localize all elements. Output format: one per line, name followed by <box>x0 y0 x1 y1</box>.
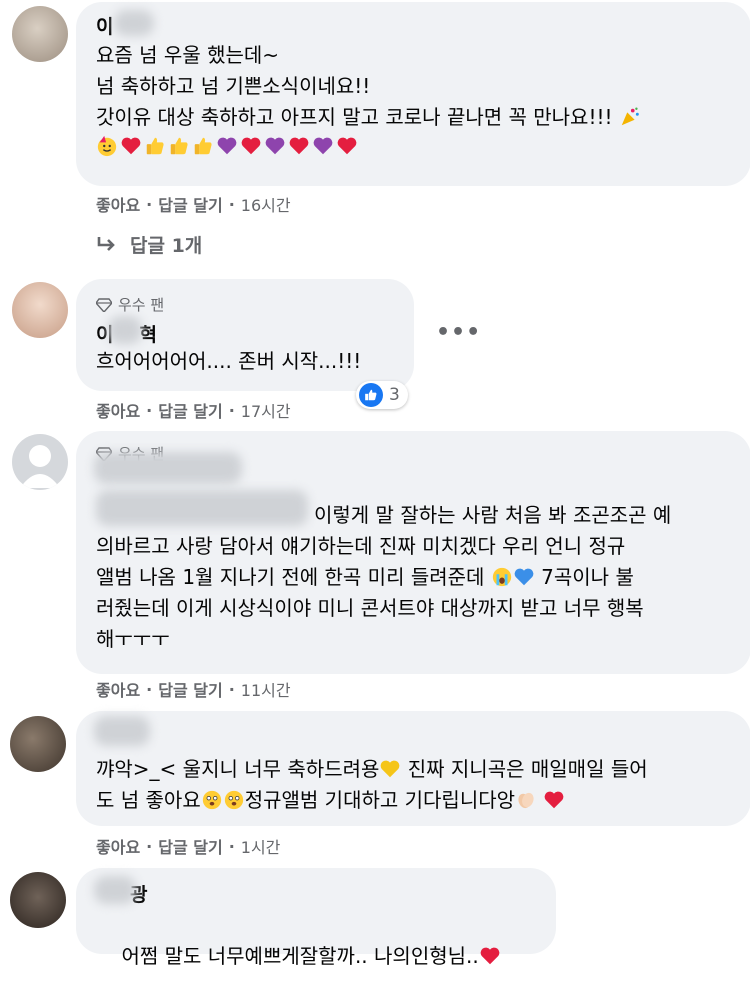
avatar[interactable] <box>10 716 66 772</box>
comment-text: 이렇게 말 잘하는 사람 처음 봐 조곤조곤 예 의바르고 사랑 담아서 얘기하… <box>96 503 672 651</box>
like-reaction-icon <box>359 383 383 407</box>
emoji-row <box>96 135 641 157</box>
red-heart-icon <box>121 137 141 155</box>
thumbs-up-icon <box>146 137 164 155</box>
comment-text: 요즘 넘 우울 했는데~ 넘 축하하고 넘 기쁜소식이네요!! 갓이유 대상 축… <box>96 40 641 157</box>
avatar[interactable] <box>10 872 66 928</box>
like-button[interactable]: 좋아요 <box>96 834 140 858</box>
like-button[interactable]: 좋아요 <box>96 398 140 422</box>
red-heart-icon <box>337 137 357 155</box>
red-heart-icon <box>480 947 500 965</box>
reply-button[interactable]: 답글 달기 <box>158 398 222 422</box>
avatar[interactable] <box>12 434 68 490</box>
reply-button[interactable]: 답글 달기 <box>158 677 222 701</box>
reply-button[interactable]: 답글 달기 <box>158 834 222 858</box>
timestamp[interactable]: 1시간 <box>241 834 281 858</box>
yellow-heart-icon <box>381 760 400 778</box>
like-button[interactable]: 좋아요 <box>96 677 140 701</box>
comment-text: 어쩜 말도 너무예쁘게잘할까.. 나의인형님.. <box>96 910 501 1003</box>
purple-heart-icon <box>265 137 285 155</box>
commenter-name[interactable]: 이 <box>96 12 113 39</box>
comment-text: 꺄악>_< 울지니 너무 축하드려용 진짜 지니곡은 매일매일 들어 도 넘 좋… <box>96 757 648 812</box>
more-options-button[interactable]: ••• <box>436 320 481 345</box>
clapping-hands-icon <box>518 792 534 809</box>
diamond-icon <box>96 297 112 312</box>
default-avatar-icon <box>20 445 60 488</box>
avatar[interactable] <box>12 282 68 338</box>
purple-heart-icon <box>313 137 333 155</box>
comment-text: 흐어어어어어.... 존버 시작...!!! <box>96 349 362 373</box>
view-replies-button[interactable]: 답글 1개 <box>96 231 202 258</box>
comment-actions: 좋아요 · 답글 달기 · 11시간 <box>96 677 291 701</box>
name-redaction <box>94 716 150 746</box>
thumbs-up-icon <box>170 137 188 155</box>
partying-face-icon <box>97 135 117 157</box>
reply-button[interactable]: 답글 달기 <box>158 192 222 216</box>
name-redaction <box>108 316 142 344</box>
top-fan-badge[interactable]: 우수 팬 <box>96 294 164 315</box>
timestamp[interactable]: 17시간 <box>241 398 291 422</box>
face-holding-back-tears-icon <box>224 790 243 810</box>
name-redaction <box>94 876 136 904</box>
reply-arrow-icon <box>97 236 115 251</box>
reaction-count: 3 <box>389 385 400 405</box>
comment-actions: 좋아요 · 답글 달기 · 17시간 <box>96 398 291 422</box>
name-redaction <box>114 10 154 36</box>
blue-heart-icon <box>514 568 534 586</box>
red-heart-icon <box>289 137 309 155</box>
timestamp[interactable]: 16시간 <box>241 192 291 216</box>
purple-heart-icon <box>217 137 237 155</box>
replies-count-label: 답글 1개 <box>130 235 203 257</box>
thumbs-up-icon <box>194 137 212 155</box>
comment-actions: 좋아요 · 답글 달기 · 16시간 <box>96 192 291 216</box>
face-holding-back-tears-icon <box>202 790 221 810</box>
red-heart-icon <box>545 791 564 809</box>
like-button[interactable]: 좋아요 <box>96 192 140 216</box>
comment-actions: 좋아요 · 답글 달기 · 1시간 <box>96 834 280 858</box>
party-popper-icon <box>621 107 639 126</box>
red-heart-icon <box>241 137 261 155</box>
name-redaction <box>94 452 242 484</box>
reaction-summary[interactable]: 3 <box>356 381 408 409</box>
avatar[interactable] <box>12 6 68 62</box>
loudly-crying-face-icon <box>492 567 511 587</box>
timestamp[interactable]: 11시간 <box>241 677 291 701</box>
